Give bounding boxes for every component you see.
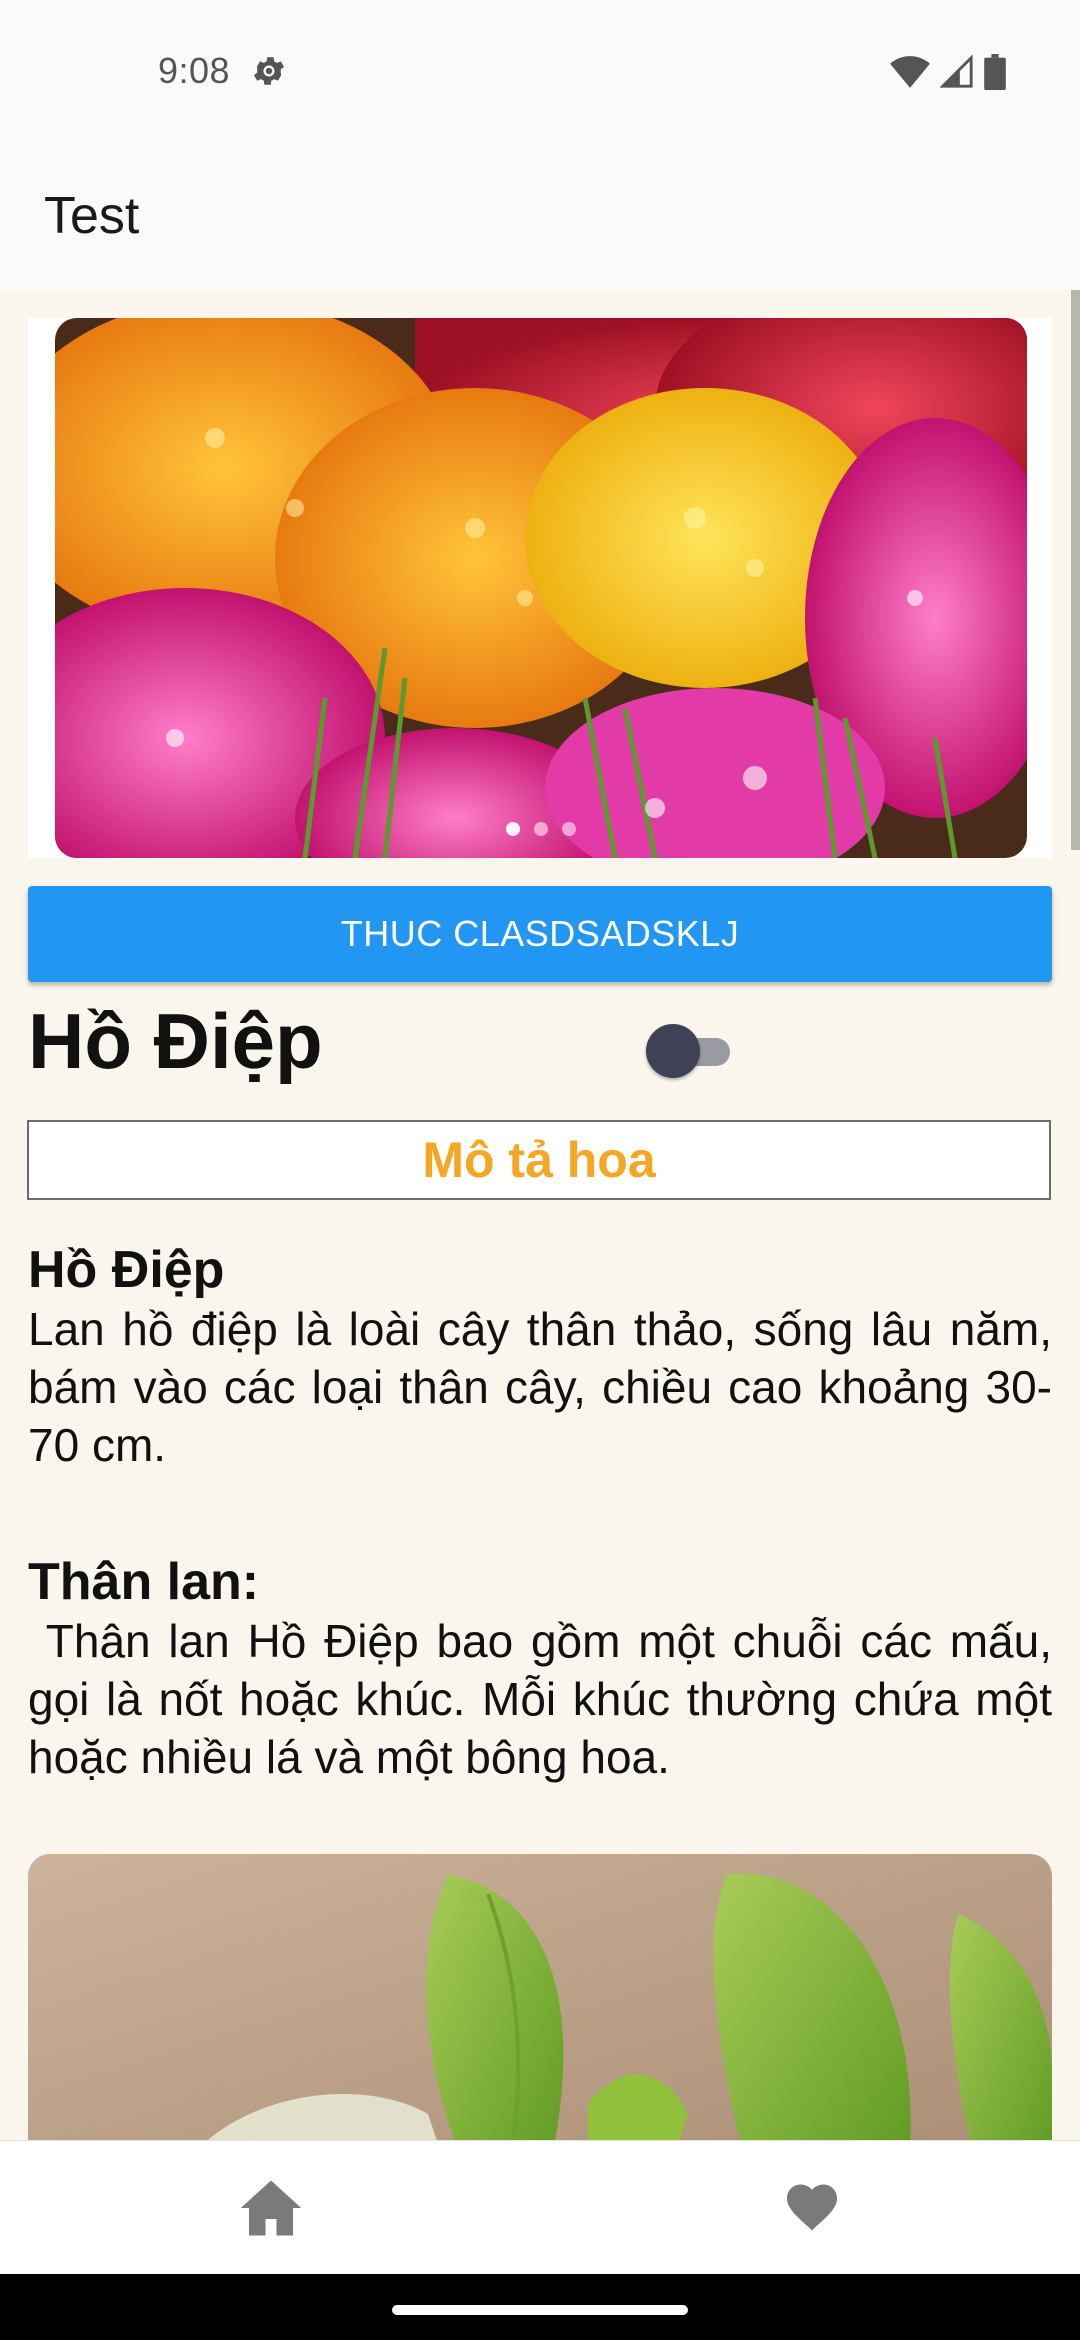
status-bar: 9:08 (0, 0, 1080, 142)
heart-icon[interactable] (782, 2177, 842, 2237)
image-carousel[interactable] (28, 318, 1052, 858)
battery-icon (984, 54, 1006, 90)
scrollbar-thumb[interactable] (1071, 290, 1080, 850)
section-body: Thân lan Hồ Điệp bao gồm một chuỗi các m… (28, 1615, 1065, 1783)
section-title: Hồ Điệp (28, 1241, 225, 1299)
app-title: Test (44, 187, 140, 245)
gesture-handle[interactable] (392, 2305, 688, 2315)
cellular-signal-icon (940, 55, 973, 88)
toggle-thumb (646, 1024, 700, 1078)
home-icon[interactable] (238, 2175, 304, 2241)
app-bar (0, 142, 1080, 290)
status-time: 9:08 (158, 50, 231, 91)
orchid-bouquet-image (55, 318, 1027, 858)
favorite-toggle[interactable] (646, 1024, 736, 1078)
section-title: Thân lan: (28, 1553, 260, 1611)
section-stem: Thân lan: Thân lan Hồ Điệp bao gồm một c… (28, 1552, 1052, 1786)
system-gesture-bar (0, 2274, 1080, 2340)
carousel-dot[interactable] (562, 822, 576, 836)
carousel-dot[interactable] (506, 822, 520, 836)
settings-gear-icon (253, 57, 285, 85)
status-icons (890, 54, 1006, 90)
section-overview: Hồ Điệp Lan hồ điệp là loài cây thân thả… (28, 1240, 1052, 1474)
orchid-bouquet-illustration (55, 318, 1027, 858)
description-header: Mô tả hoa (27, 1120, 1051, 1200)
wifi-icon (890, 56, 930, 88)
flower-name-title: Hồ Điệp (28, 997, 323, 1085)
content-scroll-area[interactable]: THUC CLASDSADSKLJ Hồ Điệp Mô tả hoa Hồ Đ… (0, 290, 1080, 2140)
primary-action-button[interactable]: THUC CLASDSADSKLJ (28, 886, 1052, 982)
carousel-dot[interactable] (534, 822, 548, 836)
carousel-indicator (55, 822, 1027, 836)
section-body: Lan hồ điệp là loài cây thân thảo, sống … (28, 1303, 1052, 1471)
orchid-leaves-image (28, 1854, 1052, 2140)
bottom-navigation (0, 2140, 1080, 2275)
orchid-leaves-illustration (28, 1854, 1052, 2140)
